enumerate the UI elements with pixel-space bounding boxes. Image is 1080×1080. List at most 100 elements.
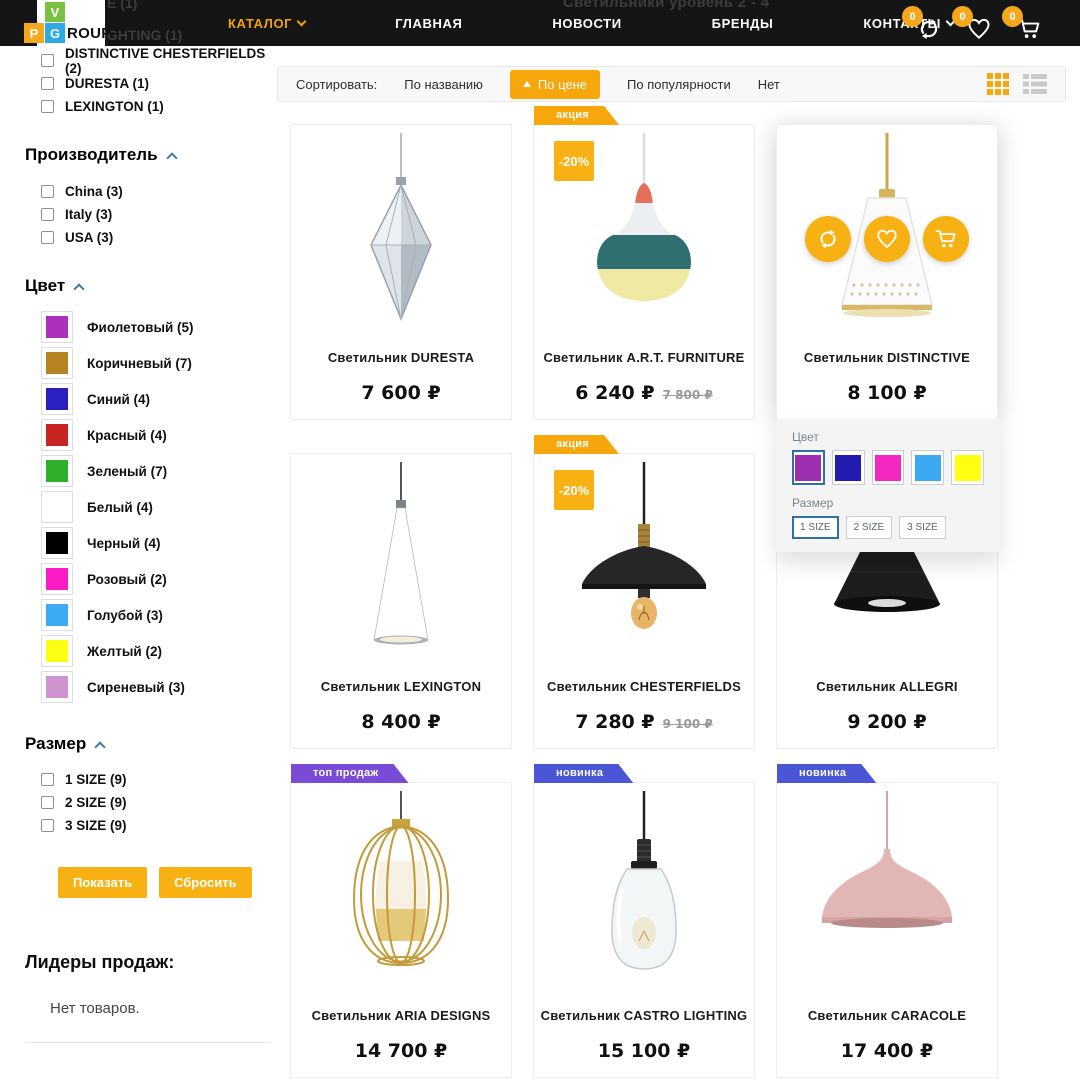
sort-option-label: По названию bbox=[404, 77, 483, 92]
color-filter-row[interactable]: Сиреневый (3) bbox=[41, 669, 273, 705]
price-row: 7 600 ₽ bbox=[361, 382, 440, 404]
sort-option-label: По цене bbox=[538, 77, 587, 92]
product-name[interactable]: Светильник ARIA DESIGNS bbox=[312, 1008, 491, 1023]
color-swatch-box[interactable] bbox=[41, 347, 73, 379]
producer-section-title[interactable]: Производитель bbox=[25, 145, 273, 165]
size-option[interactable]: 2 SIZE bbox=[846, 516, 893, 539]
cart-button[interactable]: 0 bbox=[1004, 6, 1042, 42]
wishlist-button[interactable]: 0 bbox=[954, 6, 992, 42]
color-swatch-box[interactable] bbox=[41, 491, 73, 523]
checkbox[interactable] bbox=[41, 819, 54, 832]
checkbox[interactable] bbox=[41, 231, 54, 244]
product-price: 6 240 ₽ bbox=[575, 382, 654, 404]
color-swatch-box[interactable] bbox=[41, 563, 73, 595]
sort-option[interactable]: По названию bbox=[404, 77, 483, 92]
nav-item[interactable]: ГЛАВНАЯ bbox=[395, 16, 462, 31]
compare-button[interactable]: 0 bbox=[904, 6, 942, 42]
product-card[interactable]: Светильник A.R.T. FURNITURE 6 240 ₽ 7 80… bbox=[533, 124, 755, 420]
color-filter-row[interactable]: Красный (4) bbox=[41, 417, 273, 453]
product-card[interactable]: Светильник DURESTA 7 600 ₽ bbox=[290, 124, 512, 420]
color-filter-row[interactable]: Желтый (2) bbox=[41, 633, 273, 669]
checkbox[interactable] bbox=[41, 54, 54, 67]
nav-item[interactable]: БРЕНДЫ bbox=[712, 16, 774, 31]
product-card[interactable]: Светильник CARACOLE 17 400 ₽ новинка bbox=[776, 782, 998, 1078]
color-option[interactable] bbox=[872, 450, 905, 485]
product-price: 8 100 ₽ bbox=[847, 382, 926, 404]
product-card[interactable]: Светильник DISTINCTIVE 8 100 ₽ ЦветРазме… bbox=[776, 124, 998, 420]
color-swatch-box[interactable] bbox=[41, 527, 73, 559]
checkbox[interactable] bbox=[41, 77, 54, 90]
product-card[interactable]: Светильник CASTRO LIGHTING 15 100 ₽ нови… bbox=[533, 782, 755, 1078]
nav-item[interactable]: КАТАЛОГ bbox=[228, 16, 305, 31]
wishlist-action-button[interactable] bbox=[864, 216, 910, 262]
filter-buttons: Показать Сбросить bbox=[58, 867, 273, 898]
list-view-button[interactable] bbox=[1023, 73, 1047, 95]
product-actions bbox=[777, 216, 997, 262]
checkbox[interactable] bbox=[41, 796, 54, 809]
product-name[interactable]: Светильник DURESTA bbox=[328, 350, 474, 365]
checkbox[interactable] bbox=[41, 100, 54, 113]
color-option[interactable] bbox=[832, 450, 865, 485]
filter-label: 3 SIZE (9) bbox=[65, 818, 127, 833]
filter-checkbox-row[interactable]: 2 SIZE (9) bbox=[41, 791, 273, 814]
color-swatch-box[interactable] bbox=[41, 599, 73, 631]
color-filter-row[interactable]: Синий (4) bbox=[41, 381, 273, 417]
checkbox[interactable] bbox=[41, 208, 54, 221]
add-to-cart-action-button[interactable] bbox=[923, 216, 969, 262]
product-name[interactable]: Светильник A.R.T. FURNITURE bbox=[543, 350, 744, 365]
product-name[interactable]: Светильник LEXINGTON bbox=[321, 679, 481, 694]
color-section-title[interactable]: Цвет bbox=[25, 276, 273, 296]
nav-item[interactable]: НОВОСТИ bbox=[552, 16, 621, 31]
compare-icon bbox=[816, 227, 840, 251]
filter-checkbox-row[interactable]: LEXINGTON (1) bbox=[41, 95, 273, 118]
color-option[interactable] bbox=[951, 450, 984, 485]
filter-checkbox-row[interactable]: 3 SIZE (9) bbox=[41, 814, 273, 837]
size-option[interactable]: 3 SIZE bbox=[899, 516, 946, 539]
color-swatch-box[interactable] bbox=[41, 311, 73, 343]
filter-checkbox-row[interactable]: 1 SIZE (9) bbox=[41, 768, 273, 791]
color-swatch-box[interactable] bbox=[41, 383, 73, 415]
color-filter-row[interactable]: Коричневый (7) bbox=[41, 345, 273, 381]
filter-checkbox-row[interactable]: DURESTA (1) bbox=[41, 72, 273, 95]
color-option[interactable] bbox=[911, 450, 944, 485]
product-name[interactable]: Светильник ALLEGRI bbox=[816, 679, 958, 694]
apply-filters-button[interactable]: Показать bbox=[58, 867, 147, 898]
product-card[interactable]: Светильник ARIA DESIGNS 14 700 ₽ топ про… bbox=[290, 782, 512, 1078]
filter-label: Italy (3) bbox=[65, 207, 112, 222]
color-filter-row[interactable]: Черный (4) bbox=[41, 525, 273, 561]
color-option[interactable] bbox=[792, 450, 825, 485]
filter-checkbox-row[interactable]: Italy (3) bbox=[41, 203, 273, 226]
product-card[interactable]: Светильник LEXINGTON 8 400 ₽ bbox=[290, 453, 512, 749]
filter-checkbox-row[interactable]: DISTINCTIVE CHESTERFIELDS (2) bbox=[41, 49, 273, 72]
chevron-up-icon bbox=[166, 152, 177, 163]
size-option[interactable]: 1 SIZE bbox=[792, 516, 839, 539]
product-name[interactable]: Светильник DISTINCTIVE bbox=[804, 350, 970, 365]
filter-checkbox-row[interactable]: China (3) bbox=[41, 180, 273, 203]
product-name[interactable]: Светильник CARACOLE bbox=[808, 1008, 966, 1023]
color-filter-row[interactable]: Фиолетовый (5) bbox=[41, 309, 273, 345]
view-toggles bbox=[987, 73, 1047, 95]
product-name[interactable]: Светильник CASTRO LIGHTING bbox=[541, 1008, 748, 1023]
color-swatch-box[interactable] bbox=[41, 635, 73, 667]
filter-checkbox-row[interactable]: USA (3) bbox=[41, 226, 273, 249]
size-section-title[interactable]: Размер bbox=[25, 734, 273, 754]
checkbox[interactable] bbox=[41, 773, 54, 786]
color-filter-row[interactable]: Розовый (2) bbox=[41, 561, 273, 597]
section-title-text: Цвет bbox=[25, 276, 65, 296]
reset-filters-button[interactable]: Сбросить bbox=[159, 867, 252, 898]
color-swatch-box[interactable] bbox=[41, 419, 73, 451]
color-swatch-box[interactable] bbox=[41, 455, 73, 487]
color-swatch-box[interactable] bbox=[41, 671, 73, 703]
grid-view-button[interactable] bbox=[987, 73, 1009, 95]
compare-action-button[interactable] bbox=[805, 216, 851, 262]
color-filter-row[interactable]: Белый (4) bbox=[41, 489, 273, 525]
site-logo[interactable]: V P G ROUP bbox=[37, 0, 105, 46]
product-card[interactable]: Светильник CHESTERFIELDS 7 280 ₽ 9 100 ₽… bbox=[533, 453, 755, 749]
color-filter-row[interactable]: Зеленый (7) bbox=[41, 453, 273, 489]
sort-option[interactable]: По цене bbox=[510, 70, 600, 99]
sort-option[interactable]: Нет bbox=[758, 77, 780, 92]
checkbox[interactable] bbox=[41, 185, 54, 198]
sort-option[interactable]: По популярности bbox=[627, 77, 731, 92]
color-filter-row[interactable]: Голубой (3) bbox=[41, 597, 273, 633]
product-name[interactable]: Светильник CHESTERFIELDS bbox=[547, 679, 741, 694]
